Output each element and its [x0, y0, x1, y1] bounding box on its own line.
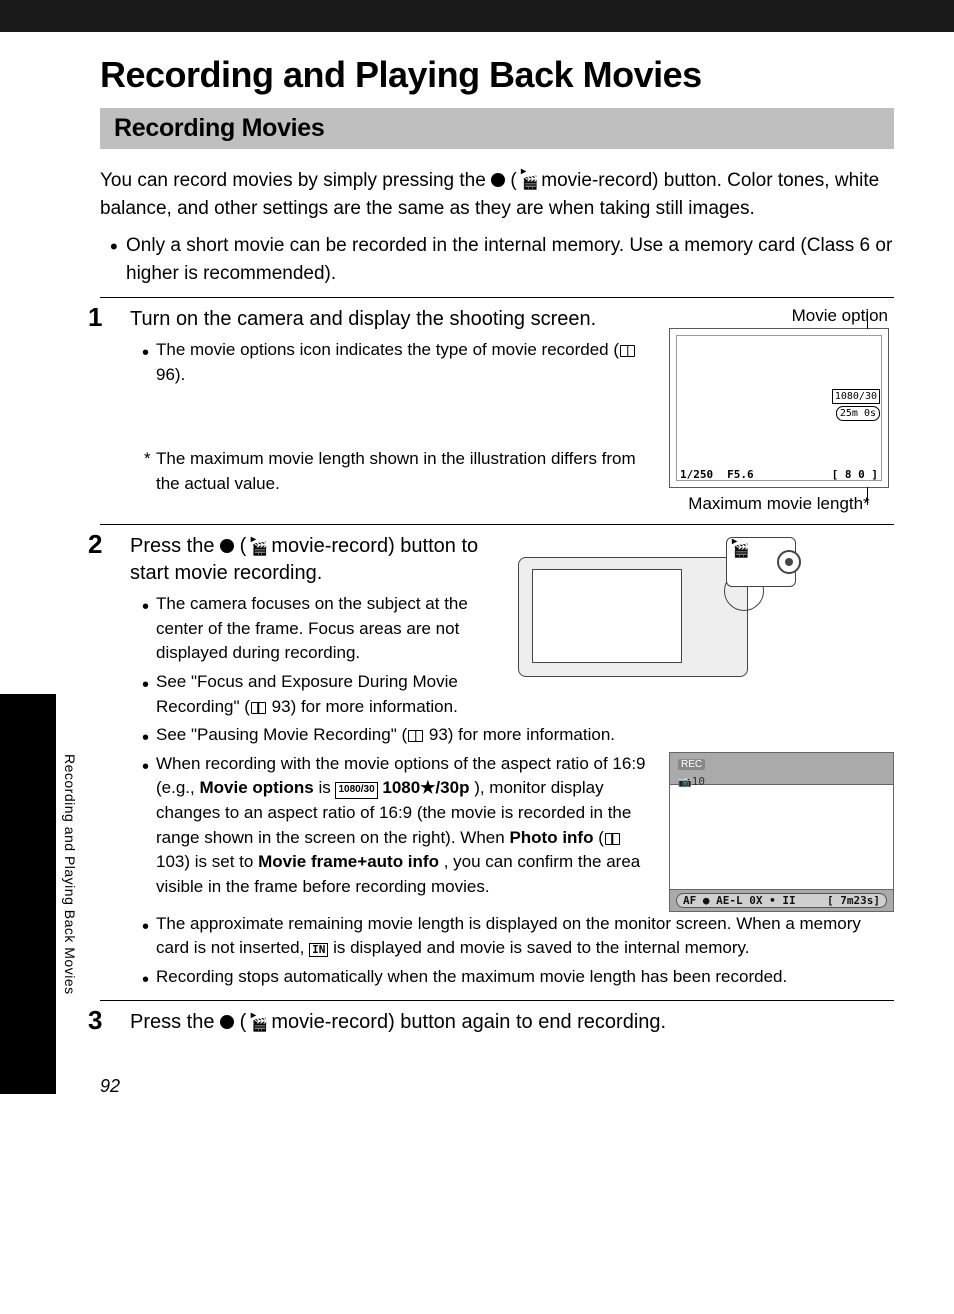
step-2-bullet-1: The camera focuses on the subject at the… — [156, 592, 500, 666]
s2b3b: ) for more information. — [448, 725, 615, 744]
record-button-icon — [220, 1015, 234, 1029]
s2b5b: is displayed and movie is saved to the i… — [333, 938, 749, 957]
internal-memory-icon: IN — [309, 943, 328, 957]
step-3-number: 3 — [88, 1005, 102, 1036]
rec-status-bar: AF ● AE-L 0X • II [ 7m23s] — [676, 893, 887, 908]
step-2-bullet-6: Recording stops automatically when the m… — [156, 965, 894, 990]
s2-head-a: Press the — [130, 535, 220, 557]
rec-sub-indicator: 📷10 — [678, 775, 705, 788]
step-1-note: The maximum movie length shown in the il… — [156, 447, 646, 496]
step-2-heading: Press the ( movie-record) button to star… — [130, 533, 500, 586]
photo-info-label: Photo info — [509, 828, 593, 847]
step-3-heading: Press the ( movie-record) button again t… — [130, 1009, 894, 1036]
s2b4b: is — [318, 778, 335, 797]
movie-options-label: Movie options — [199, 778, 313, 797]
step-2-camera-figure — [518, 533, 778, 723]
fig1-time: 25m 0s — [836, 406, 880, 421]
recording-screen-illustration: REC 📷10 AF ● AE-L 0X • II [ 7m23s] — [669, 752, 894, 912]
page-ref-icon — [251, 702, 266, 714]
intro-text-a: You can record movies by simply pressing… — [100, 170, 491, 191]
page-ref-icon — [605, 833, 620, 845]
step-1: 1 Turn on the camera and display the sho… — [100, 297, 894, 514]
fig1-resolution: 1080/30 — [832, 389, 880, 404]
intro-paragraph: You can record movies by simply pressing… — [100, 167, 894, 222]
side-caption: Recording and Playing Back Movies — [62, 754, 78, 995]
camera-illustration — [518, 537, 778, 687]
monitor-illustration: 1080/30 25m 0s 1/250 F5.6 [ 8 0 ] — [669, 328, 889, 488]
page-title: Recording and Playing Back Movies — [100, 54, 894, 96]
step-1-bullet-1: The movie options icon indicates the typ… — [156, 338, 646, 387]
step-2-bullet-5: The approximate remaining movie length i… — [156, 912, 894, 961]
s2b4r: 103 — [156, 852, 184, 871]
rec-status-right: [ 7m23s] — [827, 894, 880, 907]
side-tab — [0, 694, 56, 1094]
step-1-caption-top: Movie option — [664, 306, 894, 326]
step-2-bullet-4: When recording with the movie options of… — [156, 752, 646, 900]
s2b4d: ( — [598, 828, 604, 847]
s2b3r: 93 — [429, 725, 448, 744]
s2b3a: See "Pausing Movie Recording" ( — [156, 725, 407, 744]
movie-frame-info-label: Movie frame+auto info — [258, 852, 439, 871]
movie-option-value: 1080★/30p — [382, 778, 469, 797]
step-3: 3 Press the ( movie-record) button again… — [100, 1000, 894, 1036]
record-button-illustration — [777, 550, 801, 574]
s2b2b: ) for more information. — [291, 697, 458, 716]
step-1-number: 1 — [88, 302, 102, 333]
movie-record-icon — [522, 171, 536, 194]
rec-status-left: AF ● AE-L 0X • II — [683, 894, 796, 907]
record-button-icon — [220, 539, 234, 553]
step-1-caption-bottom: Maximum movie length* — [664, 494, 894, 514]
step-1-figure: Movie option 1080/30 25m 0s 1/250 F5.6 [… — [664, 306, 894, 514]
s2b2r: 93 — [272, 697, 291, 716]
movie-record-icon — [733, 542, 747, 560]
fig1-fnum: F5.6 — [727, 468, 754, 481]
step-2-bullet-2: See "Focus and Exposure During Movie Rec… — [156, 670, 500, 719]
intro-bullet-1: Only a short movie can be recorded in th… — [126, 232, 894, 287]
fig1-shutter: 1/250 — [680, 468, 713, 481]
movie-record-icon — [252, 1015, 266, 1036]
fig1-count: [ 8 0 ] — [832, 468, 878, 481]
page-number: 92 — [100, 1076, 894, 1097]
s3a: Press the — [130, 1011, 220, 1033]
step-2-rec-figure: REC 📷10 AF ● AE-L 0X • II [ 7m23s] — [664, 752, 894, 912]
step-1-b1-a: The movie options icon indicates the typ… — [156, 340, 619, 359]
step-2: 2 Press the ( movie-record) button to st… — [100, 524, 894, 990]
page-ref-icon — [620, 345, 635, 357]
page-ref-icon — [408, 730, 423, 742]
record-button-icon — [491, 173, 505, 187]
step-2-bullet-3: See "Pausing Movie Recording" ( 93) for … — [156, 723, 894, 748]
s3c: movie-record) button again to end record… — [271, 1011, 666, 1033]
step-1-b1-b: ). — [175, 365, 185, 384]
step-1-b1-ref: 96 — [156, 365, 175, 384]
movie-record-icon — [252, 539, 266, 560]
rec-indicator: REC — [678, 759, 705, 770]
page-content: Recording and Playing Back Movies Record… — [0, 54, 954, 1137]
section-title: Recording Movies — [100, 108, 894, 149]
top-black-bar — [0, 0, 954, 32]
step-1-heading: Turn on the camera and display the shoot… — [130, 306, 646, 332]
s2b4e: ) is set to — [184, 852, 258, 871]
step-2-number: 2 — [88, 529, 102, 560]
